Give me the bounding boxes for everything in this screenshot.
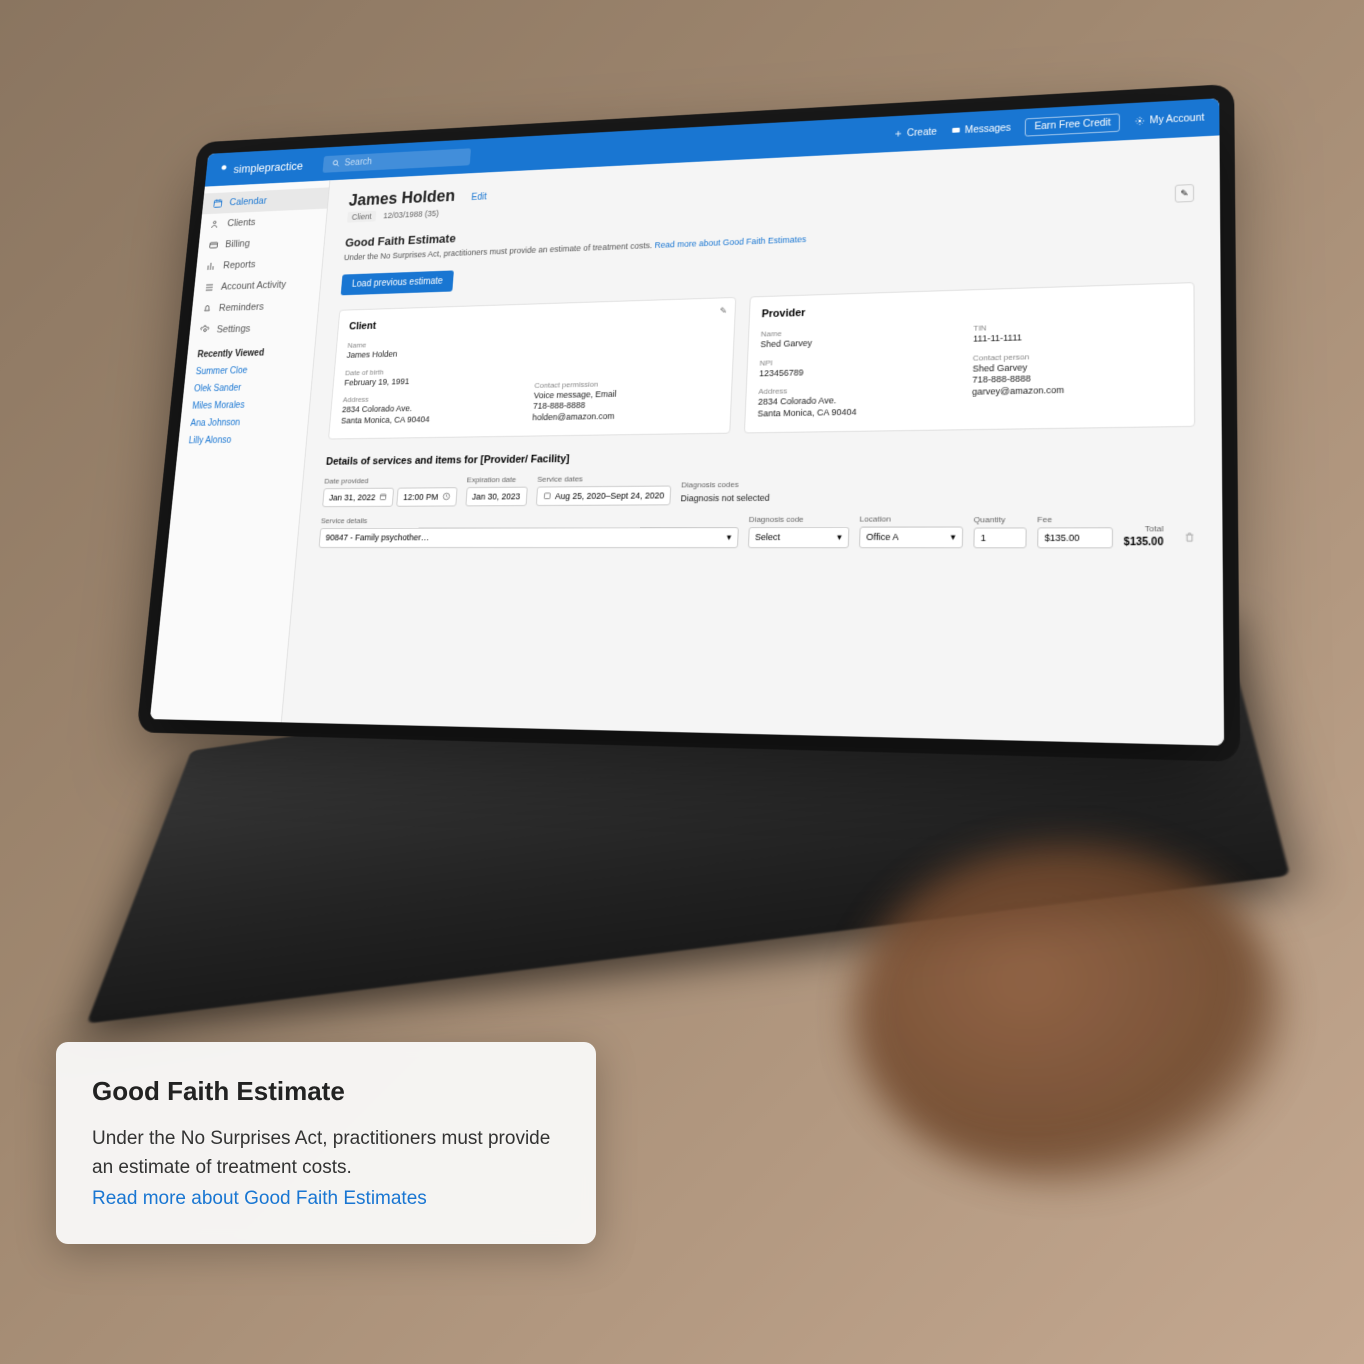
provider-panel: Provider Name Shed Garvey NPI 123456789 … [744,282,1195,433]
info-overlay-card: Good Faith Estimate Under the No Surpris… [56,1042,596,1244]
main-content: James Holden Edit Client 12/03/1988 (35)… [282,135,1224,745]
bell-icon [202,303,213,314]
delete-row-button[interactable] [1183,529,1195,548]
field-label: Diagnosis codes [681,480,770,490]
recent-item[interactable]: Lilly Alonso [178,431,307,450]
field-label: Diagnosis code [749,514,850,523]
field-label: Location [860,514,964,524]
chat-icon [951,126,961,136]
brand-logo[interactable]: simplepractice [217,159,303,177]
earn-credit-button[interactable]: Earn Free Credit [1025,113,1120,136]
overlay-title: Good Faith Estimate [92,1076,560,1107]
edit-link[interactable]: Edit [471,192,487,203]
service-details-title: Details of services and items for [Provi… [326,445,1196,467]
recent-item[interactable]: Ana Johnson [179,413,308,433]
gfe-learn-link[interactable]: Read more about Good Faith Estimates [654,234,806,249]
create-button[interactable]: Create [893,126,937,139]
chart-icon [206,261,217,272]
edit-client-button[interactable]: ✎ [719,306,727,317]
field-label: Date provided [324,475,458,485]
client-panel: ✎ Client Name James Holden Date of birth… [328,297,736,439]
search-icon [332,159,341,168]
field-label: Service dates [537,473,672,483]
provider-contact: Shed Garvey 718-888-8888 garvey@amazon.c… [972,359,1181,399]
trash-icon [1183,531,1195,543]
field-label: Fee [1037,514,1113,524]
search-placeholder: Search [344,157,372,168]
app-screen: simplepractice Search Create Messages Ea… [150,98,1224,746]
calendar-icon [379,493,388,502]
butterfly-icon [217,163,230,176]
chevron-down-icon: ▾ [951,531,956,542]
brand-text: simplepractice [233,159,304,176]
recently-viewed-label: Recently Viewed [187,338,316,364]
overlay-link[interactable]: Read more about Good Faith Estimates [92,1188,427,1210]
plus-icon [893,129,903,139]
clock-icon [442,492,451,501]
diagnosis-codes-value: Diagnosis not selected [680,493,770,505]
fee-input[interactable]: $135.00 [1037,527,1113,548]
service-dates-input[interactable]: Aug 25, 2020–Sept 24, 2020 [536,485,672,505]
load-previous-button[interactable]: Load previous estimate [341,270,455,295]
patient-name: James Holden [348,186,456,210]
search-input[interactable]: Search [323,148,471,173]
laptop-frame: simplepractice Search Create Messages Ea… [150,98,1224,746]
field-label: Total [1145,524,1164,534]
date-provided-input[interactable]: Jan 31, 2022 [322,487,394,506]
provider-panel-title: Provider [761,296,1180,320]
field-label: Expiration date [467,475,529,484]
list-icon [204,282,215,293]
edit-gfe-button[interactable]: ✎ [1175,184,1194,203]
calendar-icon [542,492,551,501]
client-address: 2834 Colorado Ave. Santa Monica, CA 9040… [341,402,519,427]
hand-blur [854,844,1284,1184]
card-icon [208,240,219,251]
expiration-input[interactable]: Jan 30, 2023 [465,486,527,506]
line-total: $135.00 [1124,536,1164,548]
diagnosis-code-select[interactable]: Select▾ [748,527,850,548]
people-icon [210,219,221,230]
calendar-icon [212,198,223,209]
chevron-down-icon: ▾ [727,532,732,543]
messages-button[interactable]: Messages [951,123,1011,137]
field-label: Service details [321,515,740,525]
gear-icon [199,325,210,336]
client-contact: Voice message, Email 718-888-8888 holden… [532,387,720,424]
patient-dob: 12/03/1988 (35) [383,209,439,220]
provider-address: 2834 Colorado Ave. Santa Monica, CA 9040… [757,393,955,420]
my-account-button[interactable]: My Account [1135,112,1205,126]
gear-icon [1135,116,1146,126]
overlay-body: Under the No Surprises Act, practitioner… [92,1125,560,1182]
client-panel-title: Client [349,310,723,332]
client-badge: Client [347,211,376,223]
service-details-select[interactable]: 90847 - Family psychother…▾ [319,527,739,548]
chevron-down-icon: ▾ [837,532,842,543]
location-select[interactable]: Office A▾ [859,526,963,548]
time-provided-input[interactable]: 12:00 PM [396,487,457,507]
quantity-input[interactable]: 1 [973,527,1026,548]
field-label: Quantity [974,515,1027,525]
